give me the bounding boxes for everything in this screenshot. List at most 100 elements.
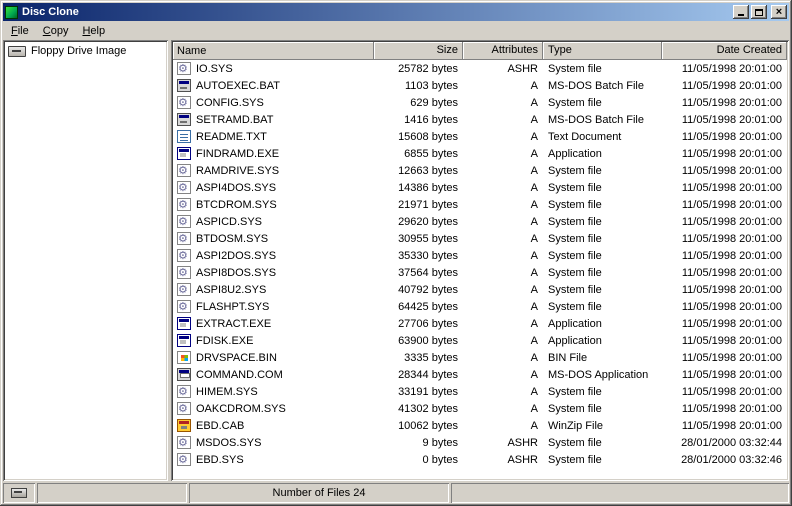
minimize-icon: [738, 14, 744, 16]
file-name: EBD.SYS: [196, 453, 244, 466]
file-name: FINDRAMD.EXE: [196, 147, 280, 160]
file-date-cell: 11/05/1998 20:01:00: [681, 368, 782, 381]
titlebar[interactable]: Disc Clone ×: [3, 3, 789, 21]
file-attributes-cell: A: [530, 232, 538, 245]
column-header-attributes[interactable]: Attributes: [463, 42, 543, 60]
table-row[interactable]: ASPICD.SYS 29620 bytes A System file 11/…: [173, 213, 787, 230]
table-row[interactable]: COMMAND.COM 28344 bytes A MS-DOS Applica…: [173, 366, 787, 383]
table-row[interactable]: RAMDRIVE.SYS 12663 bytes A System file 1…: [173, 162, 787, 179]
file-type-cell: WinZip File: [548, 419, 604, 432]
system-file-icon: [177, 96, 191, 109]
file-name: IO.SYS: [196, 62, 233, 75]
system-file-icon: [177, 402, 191, 415]
file-attributes-cell: A: [530, 266, 538, 279]
file-date-cell: 11/05/1998 20:01:00: [681, 385, 782, 398]
table-row[interactable]: MSDOS.SYS 9 bytes ASHR System file 28/01…: [173, 434, 787, 451]
file-size-cell: 33191 bytes: [398, 385, 458, 398]
table-row[interactable]: BTDOSM.SYS 30955 bytes A System file 11/…: [173, 230, 787, 247]
tree-item-floppy-drive-image[interactable]: Floppy Drive Image: [8, 45, 165, 57]
file-attributes-cell: A: [530, 113, 538, 126]
column-header-date-created[interactable]: Date Created: [662, 42, 787, 60]
table-row[interactable]: ASPI8DOS.SYS 37564 bytes A System file 1…: [173, 264, 787, 281]
system-file-icon: [177, 215, 191, 228]
column-header-size[interactable]: Size: [374, 42, 463, 60]
file-name: BTCDROM.SYS: [196, 198, 277, 211]
menu-help[interactable]: Help: [75, 23, 112, 39]
table-row[interactable]: FDISK.EXE 63900 bytes A Application 11/0…: [173, 332, 787, 349]
file-name-cell: OAKCDROM.SYS: [173, 402, 374, 415]
file-attributes-cell: ASHR: [507, 62, 538, 75]
table-row[interactable]: ASPI2DOS.SYS 35330 bytes A System file 1…: [173, 247, 787, 264]
system-file-icon: [177, 283, 191, 296]
file-size-cell: 28344 bytes: [398, 368, 458, 381]
file-type-cell: System file: [548, 249, 602, 262]
maximize-icon: [755, 8, 763, 16]
table-row[interactable]: FLASHPT.SYS 64425 bytes A System file 11…: [173, 298, 787, 315]
column-header-type[interactable]: Type: [543, 42, 662, 60]
file-name: BTDOSM.SYS: [196, 232, 269, 245]
file-type-cell: Application: [548, 317, 602, 330]
file-type-cell: System file: [548, 385, 602, 398]
file-attributes-cell: A: [530, 419, 538, 432]
table-row[interactable]: FINDRAMD.EXE 6855 bytes A Application 11…: [173, 145, 787, 162]
system-file-icon: [177, 385, 191, 398]
file-type-cell: System file: [548, 283, 602, 296]
file-size-cell: 29620 bytes: [398, 215, 458, 228]
window-title: Disc Clone: [22, 6, 79, 18]
file-type-cell: System file: [548, 164, 602, 177]
file-size-cell: 25782 bytes: [398, 62, 458, 75]
file-name-cell: FDISK.EXE: [173, 334, 374, 347]
file-name-cell: SETRAMD.BAT: [173, 113, 374, 126]
table-row[interactable]: EBD.CAB 10062 bytes A WinZip File 11/05/…: [173, 417, 787, 434]
minimize-button[interactable]: [733, 5, 749, 19]
table-row[interactable]: OAKCDROM.SYS 41302 bytes A System file 1…: [173, 400, 787, 417]
file-name: DRVSPACE.BIN: [196, 351, 277, 364]
file-date-cell: 11/05/1998 20:01:00: [681, 164, 782, 177]
table-row[interactable]: CONFIG.SYS 629 bytes A System file 11/05…: [173, 94, 787, 111]
file-type-cell: Application: [548, 147, 602, 160]
batch-file-icon: [177, 113, 191, 126]
system-file-icon: [177, 453, 191, 466]
file-size-cell: 30955 bytes: [398, 232, 458, 245]
file-attributes-cell: A: [530, 402, 538, 415]
table-row[interactable]: IO.SYS 25782 bytes ASHR System file 11/0…: [173, 60, 787, 77]
table-row[interactable]: EBD.SYS 0 bytes ASHR System file 28/01/2…: [173, 451, 787, 468]
file-name-cell: RAMDRIVE.SYS: [173, 164, 374, 177]
file-attributes-cell: ASHR: [507, 453, 538, 466]
close-button[interactable]: ×: [771, 5, 787, 19]
bin-file-icon: [177, 351, 191, 364]
floppy-drive-icon: [8, 45, 26, 57]
file-type-cell: Text Document: [548, 130, 622, 143]
file-name-cell: BTCDROM.SYS: [173, 198, 374, 211]
table-row[interactable]: ASPI8U2.SYS 40792 bytes A System file 11…: [173, 281, 787, 298]
table-row[interactable]: SETRAMD.BAT 1416 bytes A MS-DOS Batch Fi…: [173, 111, 787, 128]
table-row[interactable]: BTCDROM.SYS 21971 bytes A System file 11…: [173, 196, 787, 213]
file-attributes-cell: A: [530, 215, 538, 228]
column-header-name[interactable]: Name: [173, 42, 374, 60]
file-date-cell: 11/05/1998 20:01:00: [681, 317, 782, 330]
file-attributes-cell: A: [530, 96, 538, 109]
table-row[interactable]: ASPI4DOS.SYS 14386 bytes A System file 1…: [173, 179, 787, 196]
file-name-cell: CONFIG.SYS: [173, 96, 374, 109]
file-date-cell: 11/05/1998 20:01:00: [681, 113, 782, 126]
menu-copy[interactable]: Copy: [36, 23, 76, 39]
table-row[interactable]: HIMEM.SYS 33191 bytes A System file 11/0…: [173, 383, 787, 400]
menu-file[interactable]: File: [4, 23, 36, 39]
file-name-cell: FLASHPT.SYS: [173, 300, 374, 313]
file-date-cell: 11/05/1998 20:01:00: [681, 300, 782, 313]
file-name: ASPI4DOS.SYS: [196, 181, 277, 194]
status-panel-empty-1: [37, 483, 187, 503]
file-date-cell: 11/05/1998 20:01:00: [681, 334, 782, 347]
list-header: Name Size Attributes Type Date Created: [173, 42, 787, 60]
file-attributes-cell: A: [530, 79, 538, 92]
file-type-cell: System file: [548, 300, 602, 313]
table-row[interactable]: AUTOEXEC.BAT 1103 bytes A MS-DOS Batch F…: [173, 77, 787, 94]
file-attributes-cell: ASHR: [507, 436, 538, 449]
system-file-icon: [177, 62, 191, 75]
maximize-button[interactable]: [751, 5, 767, 19]
table-row[interactable]: DRVSPACE.BIN 3335 bytes A BIN File 11/05…: [173, 349, 787, 366]
table-row[interactable]: README.TXT 15608 bytes A Text Document 1…: [173, 128, 787, 145]
file-attributes-cell: A: [530, 249, 538, 262]
table-row[interactable]: EXTRACT.EXE 27706 bytes A Application 11…: [173, 315, 787, 332]
file-date-cell: 11/05/1998 20:01:00: [681, 402, 782, 415]
